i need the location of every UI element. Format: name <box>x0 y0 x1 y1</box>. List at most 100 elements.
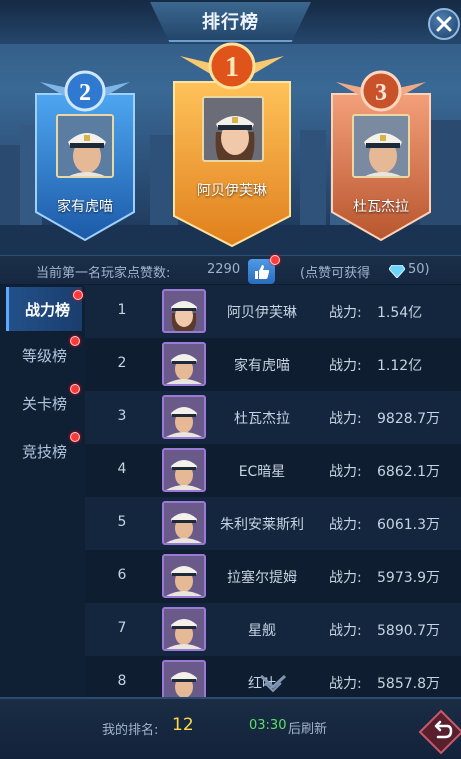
tab-label: 关卡榜 <box>22 394 68 413</box>
power-value: 6862.1万 <box>377 464 440 480</box>
row-rank: 5 <box>117 514 127 530</box>
player-portrait <box>352 114 410 178</box>
power-value: 1.12亿 <box>377 358 423 374</box>
refresh-countdown: 03:30 <box>249 718 287 733</box>
notification-dot <box>270 255 280 265</box>
notification-dot <box>70 432 80 442</box>
tab-stage-ranking[interactable]: 关卡榜 <box>6 381 82 425</box>
ranking-tabs: 战力榜 等级榜 关卡榜 竞技榜 <box>0 285 85 697</box>
player-name: EC暗星 <box>238 464 286 480</box>
player-name: 杜瓦杰拉 <box>234 411 290 427</box>
power-label: 战力: <box>329 305 362 321</box>
power-label: 战力: <box>329 623 362 639</box>
podium-name: 家有虎喵 <box>57 199 113 215</box>
officer-avatar-icon <box>164 450 204 490</box>
tab-arena-ranking[interactable]: 竞技榜 <box>6 429 82 473</box>
power-label: 战力: <box>329 411 362 427</box>
officer-avatar-icon <box>58 116 112 176</box>
ranking-row[interactable]: 2 家有虎喵 战力: 1.12亿 <box>85 338 461 391</box>
ranking-row[interactable]: 6 拉塞尔提姆 战力: 5973.9万 <box>85 550 461 603</box>
power-value: 5890.7万 <box>377 623 440 639</box>
player-portrait <box>56 114 114 178</box>
ranking-row[interactable]: 1 阿贝伊芙琳 战力: 1.54亿 <box>85 285 461 338</box>
rank-1-wing-badge: 1 <box>180 42 284 90</box>
tab-label: 战力榜 <box>25 300 71 319</box>
rank-2-wing-badge: 2 <box>40 70 130 112</box>
tab-power-ranking[interactable]: 战力榜 <box>6 287 83 331</box>
officer-avatar-icon <box>354 116 408 176</box>
rank-2-number: 2 <box>79 80 91 106</box>
player-name: 朱利安莱斯利 <box>220 517 304 533</box>
player-avatar <box>162 448 206 492</box>
like-button[interactable] <box>248 255 280 284</box>
row-rank: 8 <box>117 673 127 689</box>
tab-label: 竞技榜 <box>22 442 68 461</box>
player-portrait <box>202 96 264 162</box>
ranking-list[interactable]: 1 阿贝伊芙琳 战力: 1.54亿 2 家有虎喵 战力: 1.12亿 3 杜瓦杰… <box>85 285 461 697</box>
podium-card-first[interactable]: 1 阿贝伊芙琳 <box>168 38 296 248</box>
player-avatar <box>162 342 206 386</box>
officer-avatar-icon <box>164 556 204 596</box>
rank-3-wing-badge: 3 <box>336 70 426 112</box>
ranking-row[interactable]: 3 杜瓦杰拉 战力: 9828.7万 <box>85 391 461 444</box>
refresh-label: 后刷新 <box>288 722 328 737</box>
officer-avatar-icon <box>164 344 204 384</box>
footer-bar: 我的排名: 12 03:30 后刷新 <box>0 674 461 759</box>
power-value: 9828.7万 <box>377 411 440 427</box>
notification-dot <box>70 384 80 394</box>
player-avatar <box>162 289 206 333</box>
ranking-row[interactable]: 7 星舰 战力: 5890.7万 <box>85 603 461 656</box>
row-rank: 2 <box>117 355 127 371</box>
podium-name: 杜瓦杰拉 <box>353 199 409 215</box>
power-label: 战力: <box>329 676 362 692</box>
officer-avatar-icon <box>164 662 204 697</box>
officer-female-avatar-icon <box>164 291 204 331</box>
power-value: 5973.9万 <box>377 570 440 586</box>
player-avatar <box>162 501 206 545</box>
row-rank: 6 <box>117 567 127 583</box>
player-name: 阿贝伊芙琳 <box>227 305 297 321</box>
player-name: 家有虎喵 <box>234 358 290 374</box>
scroll-down-chevron-icon <box>259 674 287 693</box>
ranking-row[interactable]: 4 EC暗星 战力: 6862.1万 <box>85 444 461 497</box>
page-title: 排行榜 <box>202 12 259 33</box>
player-name: 拉塞尔提姆 <box>227 570 297 586</box>
row-rank: 3 <box>117 408 127 424</box>
rank-1-number: 1 <box>225 52 239 83</box>
like-count: 2290 <box>207 262 241 277</box>
officer-avatar-icon <box>164 397 204 437</box>
officer-avatar-icon <box>164 503 204 543</box>
like-count-label: 当前第一名玩家点赞数: <box>36 266 171 281</box>
podium-name: 阿贝伊芙琳 <box>197 183 267 199</box>
ranking-row[interactable]: 5 朱利安莱斯利 战力: 6061.3万 <box>85 497 461 550</box>
podium-card-second[interactable]: 2 家有虎喵 <box>30 62 140 242</box>
thumbs-up-icon <box>254 264 269 279</box>
my-rank-value: 12 <box>172 715 194 735</box>
podium-banner: 排行榜 2 家有虎喵 1 阿贝伊芙琳 3 杜瓦杰拉 <box>0 0 461 255</box>
player-avatar <box>162 660 206 697</box>
officer-avatar-icon <box>164 609 204 649</box>
podium-card-third[interactable]: 3 杜瓦杰拉 <box>326 62 436 242</box>
row-rank: 1 <box>117 302 127 318</box>
like-bar: 当前第一名玩家点赞数: 2290 (点赞可获得 50) <box>0 255 461 285</box>
like-reward-value: 50) <box>408 262 430 277</box>
player-name: 星舰 <box>248 623 276 639</box>
power-label: 战力: <box>329 570 362 586</box>
player-avatar <box>162 395 206 439</box>
row-rank: 7 <box>117 620 127 636</box>
like-reward-label: (点赞可获得 <box>300 266 371 281</box>
power-label: 战力: <box>329 517 362 533</box>
notification-dot <box>73 290 83 300</box>
rank-3-number: 3 <box>375 80 387 106</box>
power-value: 6061.3万 <box>377 517 440 533</box>
power-label: 战力: <box>329 464 362 480</box>
officer-female-avatar-icon <box>204 98 262 160</box>
my-rank-label: 我的排名: <box>102 723 159 738</box>
notification-dot <box>70 336 80 346</box>
player-avatar <box>162 607 206 651</box>
power-value: 5857.8万 <box>377 676 440 692</box>
diamond-icon <box>389 265 405 278</box>
close-button[interactable] <box>428 8 460 40</box>
back-button[interactable] <box>418 709 461 755</box>
tab-level-ranking[interactable]: 等级榜 <box>6 333 82 377</box>
